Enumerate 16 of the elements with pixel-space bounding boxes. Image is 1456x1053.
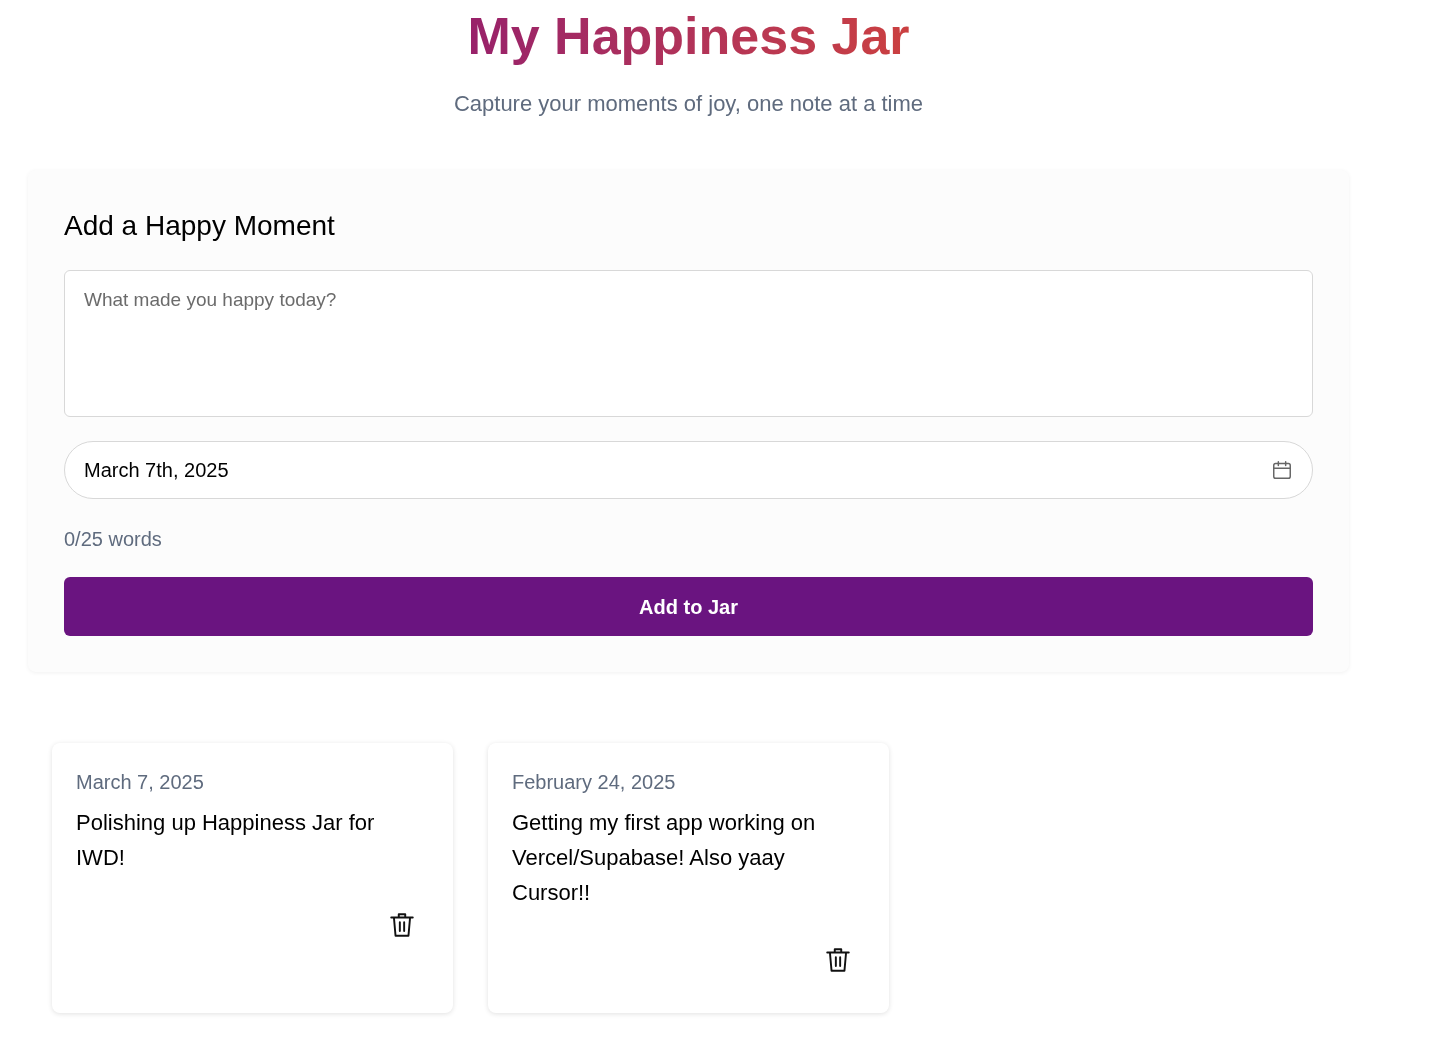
word-count: 0/25 words bbox=[64, 527, 162, 551]
add-to-jar-button[interactable]: Add to Jar bbox=[64, 577, 1313, 636]
app-subtitle: Capture your moments of joy, one note at a time bbox=[453, 90, 924, 118]
moment-date: March 7, 2025 bbox=[76, 770, 204, 795]
note-input-field[interactable]: What made you happy today? bbox=[64, 270, 1313, 417]
date-picker-field[interactable]: March 7th, 2025 bbox=[64, 441, 1313, 499]
delete-button[interactable] bbox=[389, 911, 415, 939]
moment-text: Getting my first app working on Vercel/Supabase! Also yaay Cursor!! bbox=[512, 809, 817, 907]
moment-text: Polishing up Happiness Jar for IWD! bbox=[76, 809, 376, 872]
date-value: March 7th, 2025 bbox=[84, 458, 229, 483]
calendar-icon bbox=[1271, 459, 1293, 481]
form-heading: Add a Happy Moment bbox=[64, 209, 336, 243]
trash-icon bbox=[389, 911, 415, 939]
trash-icon bbox=[825, 946, 851, 974]
delete-button[interactable] bbox=[825, 946, 851, 974]
moment-date: February 24, 2025 bbox=[512, 770, 676, 795]
